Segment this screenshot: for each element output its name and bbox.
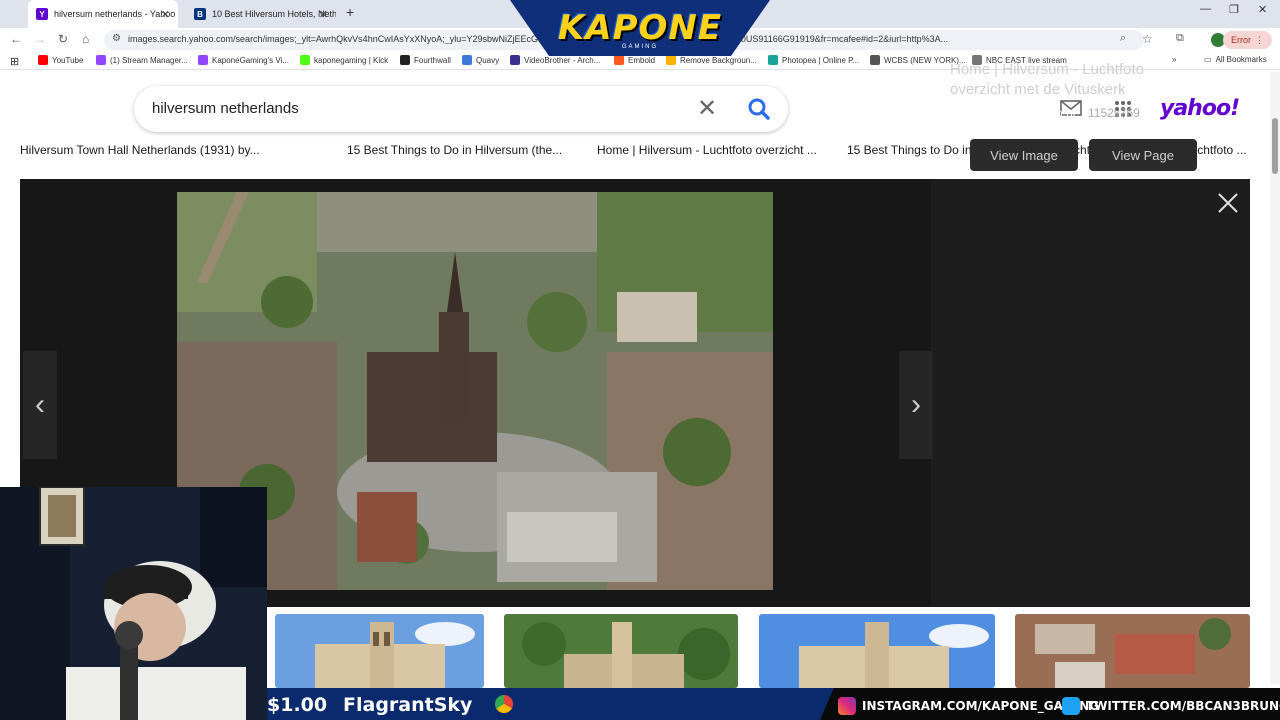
previous-image-button[interactable]: ‹ (23, 351, 57, 459)
stream-logo-subtext: GAMING (621, 44, 659, 50)
remove-bg-icon (666, 55, 676, 65)
streamer-webcam (0, 487, 267, 720)
bookmark-fourthwall[interactable]: Fourthwall (400, 55, 451, 65)
search-bar: hilversum netherlands ✕ (134, 86, 788, 132)
bookmark-label: VideoBrother - Arch... (524, 55, 601, 65)
photopea-icon (768, 55, 778, 65)
minimize-icon[interactable]: — (1200, 3, 1211, 15)
bookmark-label: Quavy (476, 55, 500, 65)
globe-icon (870, 55, 880, 65)
forward-arrow-icon[interactable]: → (34, 32, 46, 46)
bookmark-stream-manager[interactable]: (1) Stream Manager... (96, 55, 188, 65)
search-icon[interactable] (746, 96, 772, 122)
bookmark-label: kaponegaming | Kick (314, 55, 389, 65)
fourthwall-icon (400, 55, 410, 65)
kick-icon (300, 55, 310, 65)
videobrother-icon (510, 55, 520, 65)
clear-search-icon[interactable]: ✕ (697, 94, 717, 123)
all-bookmarks-button[interactable]: ▭ All Bookmarks (1204, 55, 1267, 64)
booking-b-icon: B (194, 8, 206, 20)
twitch-icon (96, 55, 106, 65)
more-menu-icon: ⋮ (1255, 34, 1264, 45)
result-caption[interactable]: Home | Hilversum - Luchtfoto overzicht .… (597, 143, 817, 157)
bookmark-label: Fourthwall (414, 55, 451, 65)
tab-title: hilversum netherlands - Yahoo (54, 9, 176, 19)
bookmark-kapone-videos[interactable]: KaponeGaming's Vi... (198, 55, 289, 65)
image-results-captions: Hilversum Town Hall Netherlands (1931) b… (0, 142, 1270, 160)
instagram-icon (838, 697, 856, 715)
thumbnail-town-hall[interactable] (275, 614, 484, 688)
twitter-icon (1062, 697, 1080, 715)
reload-icon[interactable]: ↻ (58, 32, 68, 46)
ticker-donor-name: FlagrantSky (343, 694, 473, 716)
bookmark-remove-background[interactable]: Remove Backgroun... (666, 55, 757, 65)
ticker-amount: $1.00 (267, 694, 328, 716)
tab-yahoo-search[interactable]: Y hilversum netherlands - Yahoo ✕ (28, 0, 178, 28)
instagram-handle: INSTAGRAM.COM/KAPONE_GAMING (838, 697, 1099, 715)
all-bookmarks-label: All Bookmarks (1215, 55, 1267, 64)
scrollbar-thumb[interactable] (1272, 118, 1278, 174)
view-image-button[interactable]: View Image (970, 139, 1078, 171)
window-close-icon[interactable]: ✕ (1258, 3, 1267, 16)
bookmark-videobrother[interactable]: VideoBrother - Arch... (510, 55, 600, 65)
twitch-icon (198, 55, 208, 65)
tab-title: 10 Best Hilversum Hotels, Neth (212, 9, 336, 19)
new-tab-button[interactable]: + (346, 4, 354, 20)
result-caption[interactable]: 15 Best Things to Do in Hilversum (the..… (347, 143, 562, 157)
bookmark-label: Photopea | Online P... (782, 55, 860, 65)
thumbnail-city-aerial[interactable] (1015, 614, 1250, 688)
apps-grid-icon[interactable]: ⊞ (10, 55, 19, 68)
thumbnail-town-hall-2[interactable] (759, 614, 995, 688)
search-input[interactable]: hilversum netherlands (152, 100, 299, 117)
chrome-taskbar-icon (495, 695, 513, 713)
tab-booking-hotels[interactable]: B 10 Best Hilversum Hotels, Neth ✕ (186, 0, 336, 28)
bookmark-star-icon[interactable]: ☆ (1142, 32, 1153, 46)
error-label: Error (1231, 35, 1251, 45)
tab-close-icon[interactable]: ✕ (161, 8, 170, 21)
extensions-icon[interactable]: ⧉ (1176, 32, 1184, 45)
image-source-link[interactable]: www.hollandluchtfoto.nl (950, 106, 1075, 120)
stream-logo-overlay: KAPONE GAMING (510, 0, 770, 56)
embold-icon (614, 55, 624, 65)
result-caption[interactable]: Hilversum Town Hall Netherlands (1931) b… (20, 143, 260, 157)
bookmark-youtube[interactable]: YouTube (38, 55, 83, 65)
home-icon[interactable]: ⌂ (82, 32, 89, 46)
zoom-icon[interactable]: ⌕ (1120, 32, 1126, 45)
social-links-bar: INSTAGRAM.COM/KAPONE_GAMING TWITTER.COM/… (820, 688, 1280, 720)
yahoo-y-icon: Y (36, 8, 48, 20)
page-scrollbar[interactable] (1270, 72, 1280, 684)
tab-close-icon[interactable]: ✕ (319, 8, 328, 21)
site-info-icon[interactable]: ⚙ (112, 33, 121, 44)
quavy-icon (462, 55, 472, 65)
back-arrow-icon[interactable]: ← (10, 32, 22, 46)
close-icon[interactable] (1216, 191, 1240, 215)
twitter-text: TWITTER.COM/BBCAN3BRUNO (1086, 699, 1280, 713)
next-image-button[interactable]: › (899, 351, 933, 459)
bookmark-label: KaponeGaming's Vi... (212, 55, 289, 65)
view-page-button[interactable]: View Page (1089, 139, 1197, 171)
stream-logo-text: KAPONE (557, 8, 723, 48)
image-dimensions: 1152x769 (1088, 106, 1140, 120)
bookmark-quavy[interactable]: Quavy (462, 55, 499, 65)
twitter-handle: TWITTER.COM/BBCAN3BRUNO (1062, 697, 1280, 715)
bookmark-label: (1) Stream Manager... (110, 55, 188, 65)
bookmark-photopea[interactable]: Photopea | Online P... (768, 55, 859, 65)
folder-icon: ▭ (1204, 55, 1212, 64)
bookmark-kick[interactable]: kaponegaming | Kick (300, 55, 388, 65)
restore-icon[interactable]: ❐ (1229, 3, 1239, 16)
bookmark-label: YouTube (52, 55, 84, 65)
image-title[interactable]: Home | Hilversum - Luchtfoto overzicht m… (950, 60, 1190, 100)
bookmark-label: Embold (628, 55, 656, 65)
bookmark-label: Remove Backgroun... (680, 55, 757, 65)
youtube-icon (38, 55, 48, 65)
bookmark-embold[interactable]: Embold (614, 55, 655, 65)
thumbnail-aerial-tower[interactable] (504, 614, 738, 688)
error-button[interactable]: Error ⋮ (1223, 31, 1272, 49)
